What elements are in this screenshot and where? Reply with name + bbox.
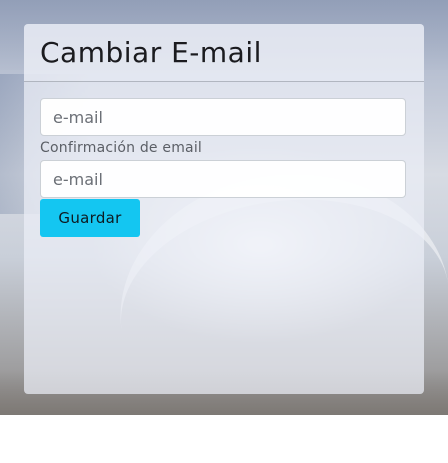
- confirm-email-field[interactable]: [40, 160, 406, 198]
- email-field[interactable]: [40, 98, 406, 136]
- confirm-email-label: Confirmación de email: [40, 140, 202, 156]
- panel-body: Confirmación de email Guardar: [24, 82, 424, 237]
- panel-header: Cambiar E-mail: [24, 24, 424, 82]
- page-title: Cambiar E-mail: [40, 36, 262, 69]
- change-email-panel: Cambiar E-mail Confirmación de email Gua…: [24, 24, 424, 394]
- save-button[interactable]: Guardar: [40, 199, 140, 237]
